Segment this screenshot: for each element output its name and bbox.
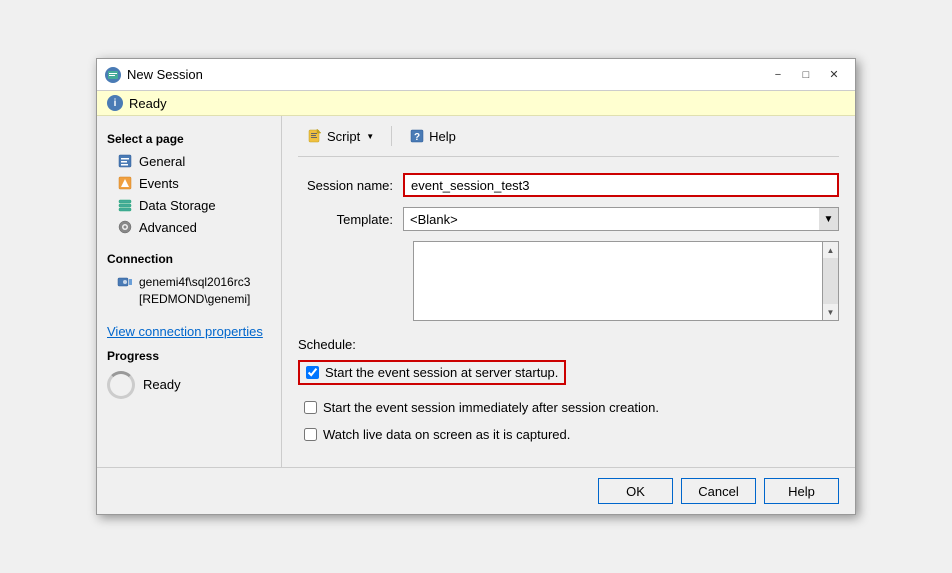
checkbox3-label: Watch live data on screen as it is captu… (323, 427, 570, 442)
template-label: Template: (298, 212, 403, 227)
sidebar-item-data-storage[interactable]: Data Storage (97, 194, 281, 216)
checkbox2-input[interactable] (304, 401, 317, 414)
sidebar-item-events-label: Events (139, 176, 179, 191)
template-select[interactable]: <Blank> (403, 207, 839, 231)
checkbox3-container: Watch live data on screen as it is captu… (298, 424, 839, 445)
svg-text:?: ? (414, 132, 420, 143)
help-toolbar-button[interactable]: ? Help (400, 124, 465, 148)
sidebar-item-general[interactable]: General (97, 150, 281, 172)
maximize-button[interactable]: □ (793, 65, 819, 85)
title-bar: New Session − □ ✕ (97, 59, 855, 91)
session-name-row: Session name: (298, 173, 839, 197)
checkbox3-input[interactable] (304, 428, 317, 441)
connection-server: genemi4f\sql2016rc3 (139, 274, 250, 291)
data-storage-icon (117, 197, 133, 213)
session-name-input[interactable] (403, 173, 839, 197)
dialog-icon (105, 67, 121, 83)
checkbox2-row[interactable]: Start the event session immediately afte… (298, 397, 839, 418)
connection-info: genemi4f\sql2016rc3 [REDMOND\genemi] (97, 270, 281, 312)
minimize-button[interactable]: − (765, 65, 791, 85)
checkbox1-input[interactable] (306, 366, 319, 379)
template-row: Template: <Blank> ▼ (298, 207, 839, 231)
status-icon: i (107, 95, 123, 111)
sidebar-item-data-storage-label: Data Storage (139, 198, 216, 213)
schedule-label: Schedule: (298, 337, 839, 352)
session-name-label: Session name: (298, 178, 403, 193)
template-select-container: <Blank> ▼ (403, 207, 839, 231)
main-content: Script ▼ ? Help Session name: (282, 116, 855, 467)
connection-user: [REDMOND\genemi] (139, 291, 250, 308)
connection-title: Connection (97, 246, 281, 270)
help-button[interactable]: Help (764, 478, 839, 504)
close-button[interactable]: ✕ (821, 65, 847, 85)
script-icon (307, 128, 323, 144)
general-icon (117, 153, 133, 169)
checkbox2-label: Start the event session immediately afte… (323, 400, 659, 415)
events-icon (117, 175, 133, 191)
sidebar-item-advanced-label: Advanced (139, 220, 197, 235)
checkbox2-container: Start the event session immediately afte… (298, 397, 839, 418)
template-scrollbar[interactable]: ▲ ▼ (822, 242, 838, 320)
sidebar-item-general-label: General (139, 154, 185, 169)
toolbar: Script ▼ ? Help (298, 124, 839, 157)
ok-button[interactable]: OK (598, 478, 673, 504)
scroll-up-arrow[interactable]: ▲ (823, 242, 839, 258)
status-text: Ready (129, 96, 167, 111)
script-button[interactable]: Script ▼ (298, 124, 383, 148)
dialog-body: Select a page General Events (97, 116, 855, 467)
cancel-button[interactable]: Cancel (681, 478, 756, 504)
checkbox1-row[interactable]: Start the event session at server startu… (298, 360, 566, 385)
advanced-icon (117, 219, 133, 235)
spinner-icon (107, 371, 135, 399)
progress-status: Ready (143, 377, 181, 392)
help-label: Help (429, 129, 456, 144)
schedule-section: Schedule: Start the event session at ser… (298, 337, 839, 445)
scroll-track (823, 258, 838, 304)
dialog-title: New Session (127, 67, 203, 82)
help-toolbar-icon: ? (409, 128, 425, 144)
sidebar-item-advanced[interactable]: Advanced (97, 216, 281, 238)
new-session-dialog: New Session − □ ✕ i Ready Select a page … (96, 58, 856, 515)
script-dropdown-arrow: ▼ (366, 132, 374, 141)
scroll-down-arrow[interactable]: ▼ (823, 304, 839, 320)
script-label: Script (327, 129, 360, 144)
progress-title: Progress (97, 343, 281, 367)
checkbox1-container: Start the event session at server startu… (298, 360, 839, 391)
sidebar-item-events[interactable]: Events (97, 172, 281, 194)
template-text-area: ▲ ▼ (413, 241, 839, 321)
toolbar-separator (391, 126, 392, 146)
select-page-title: Select a page (97, 126, 281, 150)
status-bar: i Ready (97, 91, 855, 116)
checkbox3-row[interactable]: Watch live data on screen as it is captu… (298, 424, 839, 445)
sidebar: Select a page General Events (97, 116, 282, 467)
dialog-footer: OK Cancel Help (97, 467, 855, 514)
form-area: Session name: Template: <Blank> ▼ (298, 173, 839, 451)
view-connection-link[interactable]: View connection properties (97, 320, 281, 343)
checkbox1-label: Start the event session at server startu… (325, 365, 558, 380)
progress-area: Ready (97, 367, 281, 403)
connection-icon (117, 274, 133, 290)
